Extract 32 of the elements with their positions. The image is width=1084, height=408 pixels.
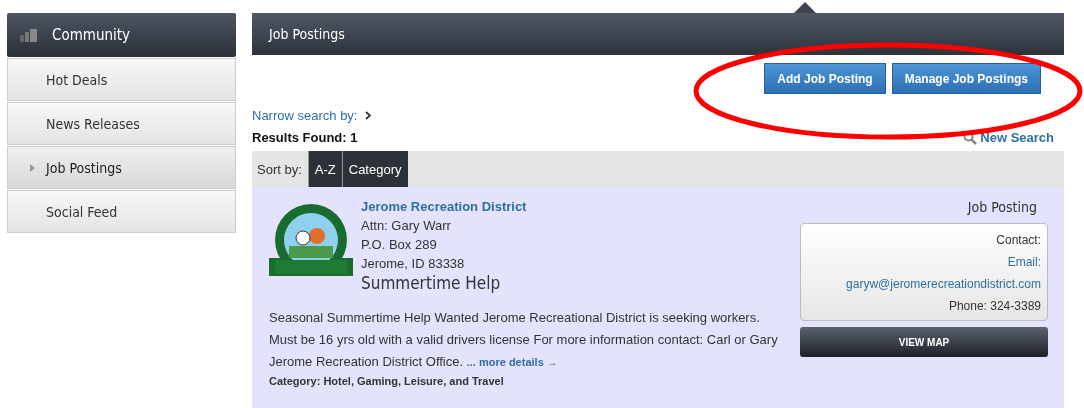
action-button[interactable]: Manage Job Postings [891,63,1041,94]
sidebar-item[interactable]: Social Feed [7,190,236,233]
listing-type: Job Posting [967,199,1037,215]
chevron-right-icon [365,111,372,120]
narrow-search-link[interactable]: Narrow search by: [252,108,358,123]
sidebar-item[interactable]: Hot Deals [7,58,236,101]
job-title: Summertime Help [361,273,502,293]
panel-title: Job Postings [269,26,345,42]
bar-chart-icon [20,28,38,42]
address-line: Attn: Gary Warr [361,218,452,233]
arrow-right-icon [30,163,35,172]
sidebar-title: Community [52,26,131,44]
organization-link[interactable]: Jerome Recreation District [361,199,527,214]
action-button[interactable]: Add Job Posting [764,63,886,94]
pointer-notch [794,2,816,13]
email-label: Email: [1007,254,1041,271]
sort-button[interactable]: Category [341,151,408,187]
phone-number: Phone: 324-3389 [948,298,1041,315]
contact-label: Contact: [996,232,1041,249]
more-details-link[interactable]: ... more details → [466,356,558,368]
results-count: Results Found: 1 [252,130,358,145]
sort-button[interactable]: A-Z [307,151,342,187]
new-search-link[interactable]: New Search [963,130,1054,145]
sidebar-item[interactable]: Job Postings [7,146,236,189]
email-link[interactable]: garyw@jeromerecreationdistrict.com [846,273,1041,295]
address-line: Jerome, ID 83338 [361,256,466,271]
view-map-button[interactable]: VIEW MAP [800,327,1048,357]
job-description: Seasonal Summertime Help Wanted Jerome Recreational District is seeking workers. Must be 16 yrs old with a valid drivers license For more information contact: Carl or Gary Jerome Recreation District Office. ... more details → [269,309,779,371]
sort-label: Sort by: [257,161,302,177]
sidebar-item[interactable]: News Releases [7,102,236,145]
category-text: Category: Hotel, Gaming, Leisure, and Travel [269,375,505,387]
address-line: P.O. Box 289 [361,237,438,252]
